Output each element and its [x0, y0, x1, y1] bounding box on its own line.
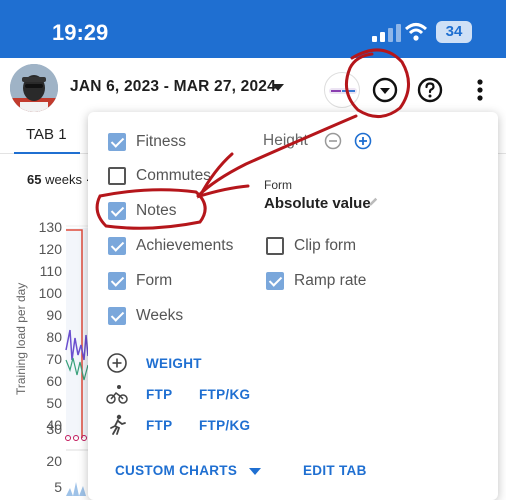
avatar-image [10, 64, 58, 112]
ride-ftp-link[interactable]: FTP [146, 387, 172, 402]
checkbox-label: Commutes [136, 167, 211, 184]
checkbox-ramp-rate[interactable]: Ramp rate [266, 269, 366, 293]
checkbox-commutes[interactable]: Commutes [108, 164, 211, 188]
y-tick: 60 [46, 373, 62, 389]
checkbox-achievements[interactable]: Achievements [108, 234, 233, 258]
y-tick: 130 [38, 219, 62, 235]
decrease-height-icon[interactable] [324, 132, 342, 150]
status-time: 19:29 [52, 20, 109, 45]
y-tick-labels: 130 120 110 100 90 80 70 60 50 40 30 20 … [0, 210, 64, 500]
chart-options-menu: Fitness Commutes Notes Achievements Form… [88, 112, 498, 500]
help-icon[interactable] [417, 77, 443, 103]
form-heading: Form [264, 178, 292, 192]
add-circle-icon[interactable] [106, 352, 128, 374]
y-tick: 70 [46, 351, 62, 367]
wifi-icon [404, 23, 428, 41]
more-options-icon[interactable] [472, 76, 488, 104]
avatar[interactable] [10, 64, 58, 112]
cycling-icon [106, 385, 128, 404]
run-ftp-kg-link[interactable]: FTP/KG [199, 418, 250, 433]
run-ftp-link[interactable]: FTP [146, 418, 172, 433]
weeks-summary: 65 weeks · [27, 172, 90, 187]
checkbox-label: Form [136, 272, 173, 289]
brand-logo[interactable] [324, 72, 360, 108]
checkbox-checked-icon[interactable] [108, 272, 126, 290]
y-tick: 90 [46, 307, 62, 323]
custom-charts-button[interactable]: CUSTOM CHARTS [115, 463, 237, 478]
checkbox-clip-form[interactable]: Clip form [266, 234, 356, 258]
checkbox-label: Notes [136, 202, 177, 219]
y-tick: 110 [39, 263, 62, 279]
caret-down-icon[interactable] [272, 84, 284, 91]
form-mode-selector[interactable]: Absolute value [264, 195, 371, 212]
battery-indicator: 34 [436, 21, 472, 43]
checkbox-label: Fitness [136, 133, 186, 150]
increase-height-icon[interactable] [354, 132, 372, 150]
pencil-icon[interactable] [367, 196, 379, 208]
app-header: JAN 6, 2023 - MAR 27, 2024 [0, 58, 506, 118]
running-icon [110, 414, 126, 435]
checkbox-fitness[interactable]: Fitness [108, 130, 186, 154]
checkbox-form[interactable]: Form [108, 269, 172, 293]
checkbox-checked-icon[interactable] [266, 272, 284, 290]
ride-ftp-kg-link[interactable]: FTP/KG [199, 387, 250, 402]
checkbox-label: Ramp rate [294, 272, 367, 289]
y-tick: 80 [46, 329, 62, 345]
checkbox-unchecked-icon[interactable] [108, 167, 126, 185]
dropdown-menu-icon[interactable] [372, 77, 398, 103]
checkbox-label: Clip form [294, 237, 357, 254]
logo-mark-icon [329, 88, 357, 94]
date-range-selector[interactable]: JAN 6, 2023 - MAR 27, 2024 [70, 78, 276, 96]
y-tick: 20 [46, 453, 62, 469]
y-tick: 120 [38, 241, 62, 257]
checkbox-checked-icon[interactable] [108, 202, 126, 220]
status-bar: 19:29 34 [0, 0, 506, 58]
tab-1[interactable]: TAB 1 [14, 118, 80, 154]
y-tick: 50 [46, 395, 62, 411]
cellular-signal-icon [372, 24, 401, 42]
checkbox-weeks[interactable]: Weeks [108, 304, 183, 328]
height-label: Height [263, 132, 308, 149]
checkbox-notes[interactable]: Notes [108, 199, 177, 223]
weeks-suffix: weeks · [45, 172, 90, 187]
edit-tab-button[interactable]: EDIT TAB [303, 463, 367, 478]
y-tick: 5 [54, 479, 62, 495]
y-tick: 30 [46, 421, 62, 437]
checkbox-checked-icon[interactable] [108, 237, 126, 255]
weight-link[interactable]: WEIGHT [146, 356, 202, 371]
y-tick: 100 [38, 285, 62, 301]
checkbox-label: Achievements [136, 237, 234, 254]
weeks-count: 65 [27, 172, 42, 187]
y-axis-label: Training load per day [14, 282, 28, 395]
checkbox-label: Weeks [136, 307, 184, 324]
caret-down-icon[interactable] [249, 468, 261, 475]
checkbox-checked-icon[interactable] [108, 133, 126, 151]
checkbox-checked-icon[interactable] [108, 307, 126, 325]
checkbox-unchecked-icon[interactable] [266, 237, 284, 255]
